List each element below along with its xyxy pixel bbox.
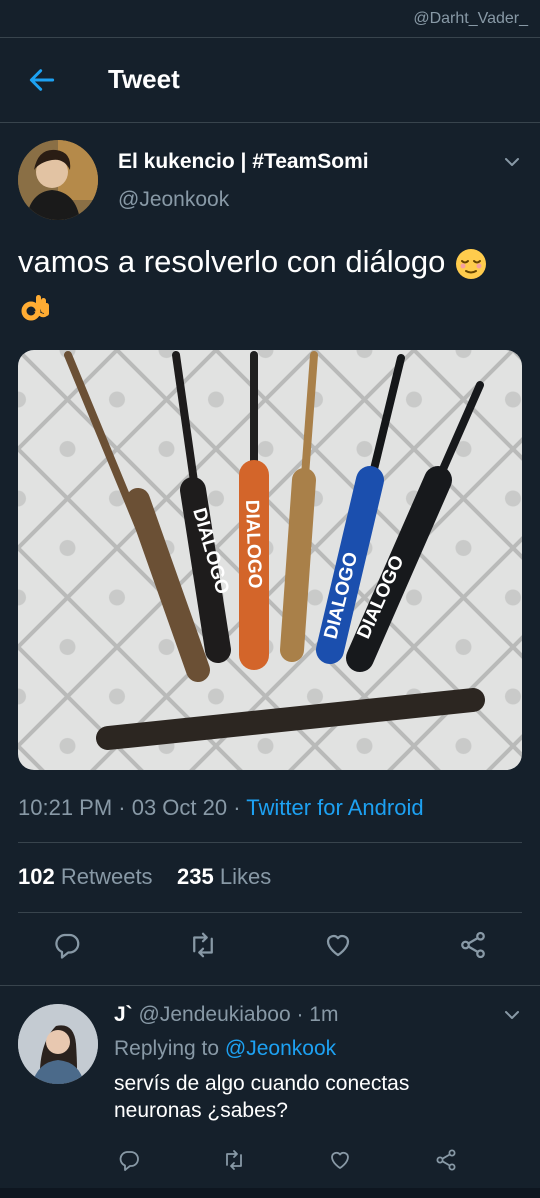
retweet-icon[interactable] [222, 1148, 246, 1172]
tweet-image[interactable]: DIALOGO DIALOGO DIALOGO DIALOGO [18, 350, 522, 770]
user-handle[interactable]: @Jeonkook [118, 188, 229, 212]
like-icon[interactable] [328, 1148, 352, 1172]
chevron-down-icon[interactable] [502, 152, 522, 172]
tweet-text: vamos a resolverlo con diálogo [18, 240, 523, 328]
tweet-meta: 10:21 PM · 03 Oct 20 · Twitter for Andro… [18, 795, 424, 821]
reply-avatar[interactable] [18, 1004, 98, 1084]
source-link[interactable]: Twitter for Android [246, 795, 423, 820]
page-title: Tweet [108, 64, 180, 94]
reply-header: J` @Jendeukiaboo · 1m [114, 1003, 338, 1027]
reply-text: servís de algo cuando conectas neuronas … [114, 1072, 410, 1122]
divider [18, 842, 522, 843]
tweet-stats: 102 Retweets 235 Likes [18, 864, 271, 890]
retweet-icon[interactable] [188, 930, 218, 960]
display-name[interactable]: El kukencio | #TeamSomi [118, 150, 369, 174]
reply-actions [0, 1148, 540, 1178]
reply-icon[interactable] [117, 1148, 141, 1172]
timestamp: 10:21 PM · 03 Oct 20 · [18, 795, 247, 820]
retweet-count[interactable]: 102 [18, 864, 55, 889]
relieved-face-emoji-icon [455, 248, 486, 279]
divider [18, 912, 522, 913]
replying-to: Replying to @Jeonkook [114, 1037, 336, 1061]
replying-prefix: Replying to [114, 1037, 225, 1060]
bat-label: DIALOGO [241, 499, 265, 588]
retweets-label[interactable]: Retweets [61, 864, 153, 889]
like-count[interactable]: 235 [177, 864, 214, 889]
reply-handle-time[interactable]: @Jendeukiaboo · 1m [139, 1003, 339, 1026]
likes-label[interactable]: Likes [220, 864, 271, 889]
divider [0, 985, 540, 986]
chevron-down-icon[interactable] [502, 1005, 522, 1025]
watermark: @Darht_Vader_ [413, 10, 528, 27]
share-icon[interactable] [434, 1148, 458, 1172]
divider [0, 122, 540, 123]
reply-icon[interactable] [52, 930, 82, 960]
back-arrow-icon[interactable] [26, 64, 58, 96]
avatar[interactable] [18, 140, 98, 220]
tweet-text-content: vamos a resolverlo con diálogo [18, 244, 446, 279]
share-icon[interactable] [458, 930, 488, 960]
tweet-actions [0, 930, 540, 970]
bottom-bar [0, 1188, 540, 1198]
app-header: Tweet [0, 38, 540, 122]
reply-display-name[interactable]: J` [114, 1003, 133, 1026]
replying-to-mention[interactable]: @Jeonkook [225, 1037, 336, 1060]
like-icon[interactable] [323, 930, 353, 960]
ok-hand-emoji-icon [21, 294, 49, 321]
